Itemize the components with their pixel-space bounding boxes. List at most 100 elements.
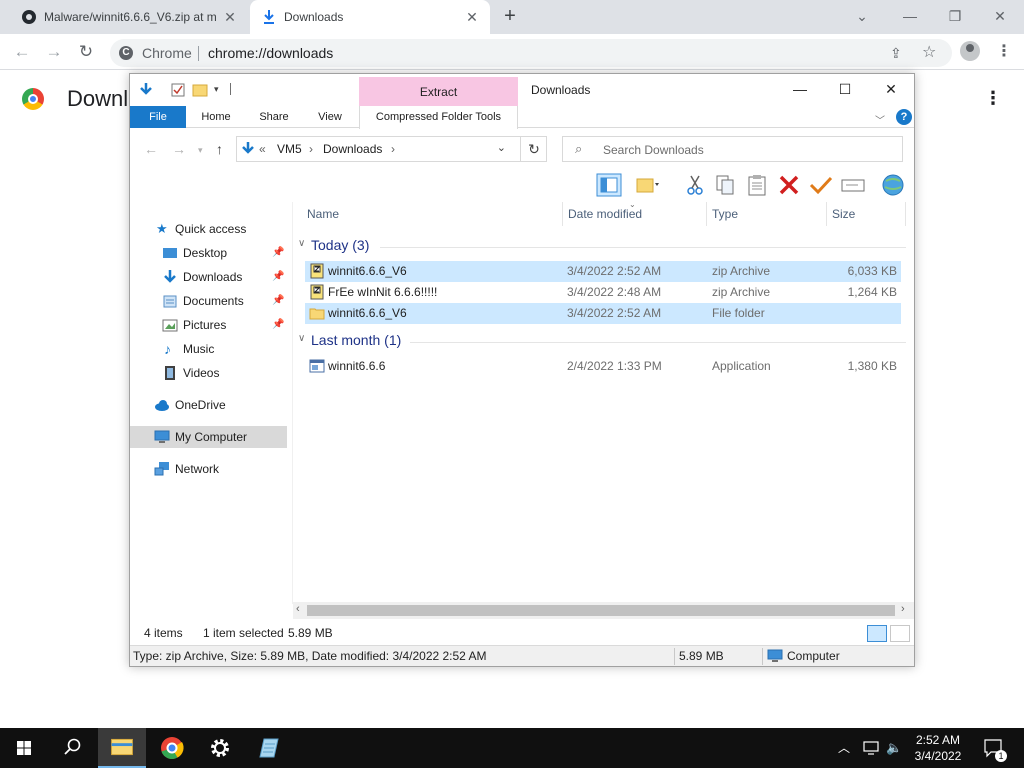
scrollbar-thumb[interactable]	[307, 605, 895, 616]
column-header-size[interactable]: Size	[832, 207, 855, 221]
checkmark-icon[interactable]	[808, 173, 834, 197]
breadcrumb-chevron-icon[interactable]: ›	[309, 142, 313, 156]
recent-locations-chevron-icon[interactable]: ▾	[198, 145, 203, 156]
column-header-name[interactable]: Name	[307, 207, 339, 221]
search-icon[interactable]	[48, 728, 96, 768]
notification-center-icon[interactable]	[982, 728, 1006, 768]
tab-search-chevron-icon[interactable]: ⌄	[850, 4, 874, 28]
horizontal-scrollbar[interactable]: ‹ ›	[293, 602, 914, 619]
ribbon-tab-home[interactable]: Home	[194, 106, 238, 128]
ribbon-tab-view[interactable]: View	[308, 106, 352, 128]
tab-close-icon[interactable]: ✕	[222, 9, 238, 25]
refresh-icon[interactable]: ↻	[520, 136, 547, 162]
column-divider[interactable]	[706, 202, 707, 226]
nav-downloads[interactable]: Downloads 📌	[130, 266, 287, 288]
column-header-date-modified[interactable]: Date modified	[568, 207, 642, 221]
breadcrumb-chevron-icon[interactable]: ›	[391, 142, 395, 156]
breadcrumb-overflow[interactable]: «	[259, 142, 266, 156]
nav-network[interactable]: Network	[130, 458, 287, 480]
breadcrumb-downloads[interactable]: Downloads	[323, 142, 382, 156]
chrome-taskbar-icon[interactable]	[148, 728, 196, 768]
bookmark-star-icon[interactable]: ☆	[922, 39, 936, 67]
group-header[interactable]: ∨ Today (3)	[296, 235, 906, 257]
details-view-icon[interactable]	[867, 625, 887, 642]
windows-start-icon[interactable]	[0, 728, 48, 768]
site-info-icon[interactable]: C	[119, 46, 133, 60]
context-tab-extract[interactable]: Extract	[359, 77, 518, 107]
file-row[interactable]: winnit6.6.6_V6 3/4/2022 2:52 AM zip Archiv…	[305, 261, 901, 282]
rename-icon[interactable]	[840, 173, 866, 197]
customize-quick-access-chevron-icon[interactable]: ▾	[214, 84, 230, 100]
nav-videos[interactable]: Videos	[130, 362, 287, 384]
copy-icon[interactable]	[712, 173, 738, 197]
tab-close-icon[interactable]: ✕	[464, 9, 480, 25]
tab-github-malware[interactable]: Malware/winnit6.6.6_V6.zip at m ✕	[12, 0, 248, 34]
ribbon-tab-compressed-folder-tools[interactable]: Compressed Folder Tools	[359, 106, 518, 129]
notepad-icon[interactable]	[244, 728, 292, 768]
minimize-button[interactable]: —	[898, 4, 922, 28]
delete-icon[interactable]	[776, 173, 802, 197]
preview-pane-icon[interactable]	[596, 173, 622, 197]
group-collapse-chevron-icon[interactable]: ∨	[298, 238, 305, 249]
group-header[interactable]: ∨ Last month (1)	[296, 330, 906, 352]
back-arrow-icon[interactable]: ←	[144, 141, 158, 157]
back-button[interactable]: ←	[10, 40, 34, 64]
new-folder-icon[interactable]	[192, 82, 208, 98]
address-dropdown-chevron-icon[interactable]: ⌄	[497, 141, 506, 154]
file-row[interactable]: winnit6.6.6 2/4/2022 1:33 PM Application 1,…	[305, 356, 901, 377]
file-row[interactable]: FrEe wInNit 6.6.6!!!!! 3/4/2022 2:48 AM zi…	[305, 282, 901, 303]
new-tab-button[interactable]: +	[500, 6, 520, 26]
address-bar[interactable]: « VM5 › Downloads › ⌄ ↻	[236, 136, 547, 162]
nav-documents[interactable]: Documents 📌	[130, 290, 287, 312]
nav-onedrive[interactable]: OneDrive	[130, 394, 287, 416]
column-divider[interactable]	[826, 202, 827, 226]
column-header-type[interactable]: Type	[712, 207, 738, 221]
large-icons-view-icon[interactable]	[890, 625, 910, 642]
breadcrumb-vm5[interactable]: VM5	[277, 142, 302, 156]
ribbon-tab-file[interactable]: File	[130, 106, 186, 128]
help-icon[interactable]: ?	[896, 109, 912, 125]
pane-divider[interactable]	[292, 202, 293, 604]
scroll-right-arrow-icon[interactable]: ›	[901, 603, 905, 615]
properties-icon[interactable]	[170, 82, 186, 98]
column-divider[interactable]	[562, 202, 563, 226]
volume-icon[interactable]: 🔈	[886, 728, 902, 768]
omnibox-url[interactable]: chrome://downloads	[208, 39, 333, 67]
maximize-button[interactable]: ☐	[831, 78, 859, 100]
file-row[interactable]: winnit6.6.6_V6 3/4/2022 2:52 AM File folde…	[305, 303, 901, 324]
expand-ribbon-chevron-icon[interactable]: ﹀	[875, 112, 885, 127]
reload-button[interactable]: ↻	[74, 40, 98, 64]
close-button[interactable]: ✕	[877, 78, 905, 100]
up-arrow-icon[interactable]: ↑	[216, 141, 223, 157]
tab-downloads[interactable]: Downloads ✕	[250, 0, 490, 34]
scroll-left-arrow-icon[interactable]: ‹	[296, 603, 300, 615]
minimize-button[interactable]: —	[786, 78, 814, 100]
chrome-menu-icon[interactable]: ⋮	[996, 40, 1012, 64]
nav-quick-access[interactable]: ★ Quick access	[130, 218, 287, 240]
views-folder-icon[interactable]	[634, 173, 660, 197]
address-bar[interactable]: C Chrome chrome://downloads ⇪ ☆	[110, 39, 952, 67]
network-status-icon[interactable]	[862, 728, 880, 768]
cut-icon[interactable]	[682, 173, 708, 197]
group-collapse-chevron-icon[interactable]: ∨	[298, 333, 305, 344]
nav-desktop[interactable]: Desktop 📌	[130, 242, 287, 264]
show-hidden-icons-chevron-icon[interactable]: ︿	[838, 728, 850, 768]
system-clock[interactable]: 2:52 AM 3/4/2022	[910, 732, 966, 764]
nav-my-computer[interactable]: My Computer	[130, 426, 287, 448]
forward-button[interactable]: →	[42, 40, 66, 64]
ribbon-tab-share[interactable]: Share	[252, 106, 296, 128]
share-icon[interactable]: ⇪	[890, 39, 902, 67]
restore-button[interactable]: ❐	[943, 4, 967, 28]
file-explorer-taskbar-icon[interactable]	[98, 728, 146, 768]
forward-arrow-icon[interactable]: →	[172, 141, 186, 157]
paste-icon[interactable]	[744, 173, 770, 197]
settings-gear-icon[interactable]	[196, 728, 244, 768]
nav-music[interactable]: ♪ Music	[130, 338, 287, 360]
close-button[interactable]: ✕	[988, 4, 1012, 28]
profile-avatar-icon[interactable]	[960, 41, 980, 61]
globe-icon[interactable]	[880, 173, 906, 197]
search-input[interactable]: ⌕ Search Downloads	[562, 136, 903, 162]
column-divider[interactable]	[905, 202, 906, 226]
nav-pictures[interactable]: Pictures 📌	[130, 314, 287, 336]
downloads-menu-icon[interactable]: ⋮	[984, 88, 1002, 109]
